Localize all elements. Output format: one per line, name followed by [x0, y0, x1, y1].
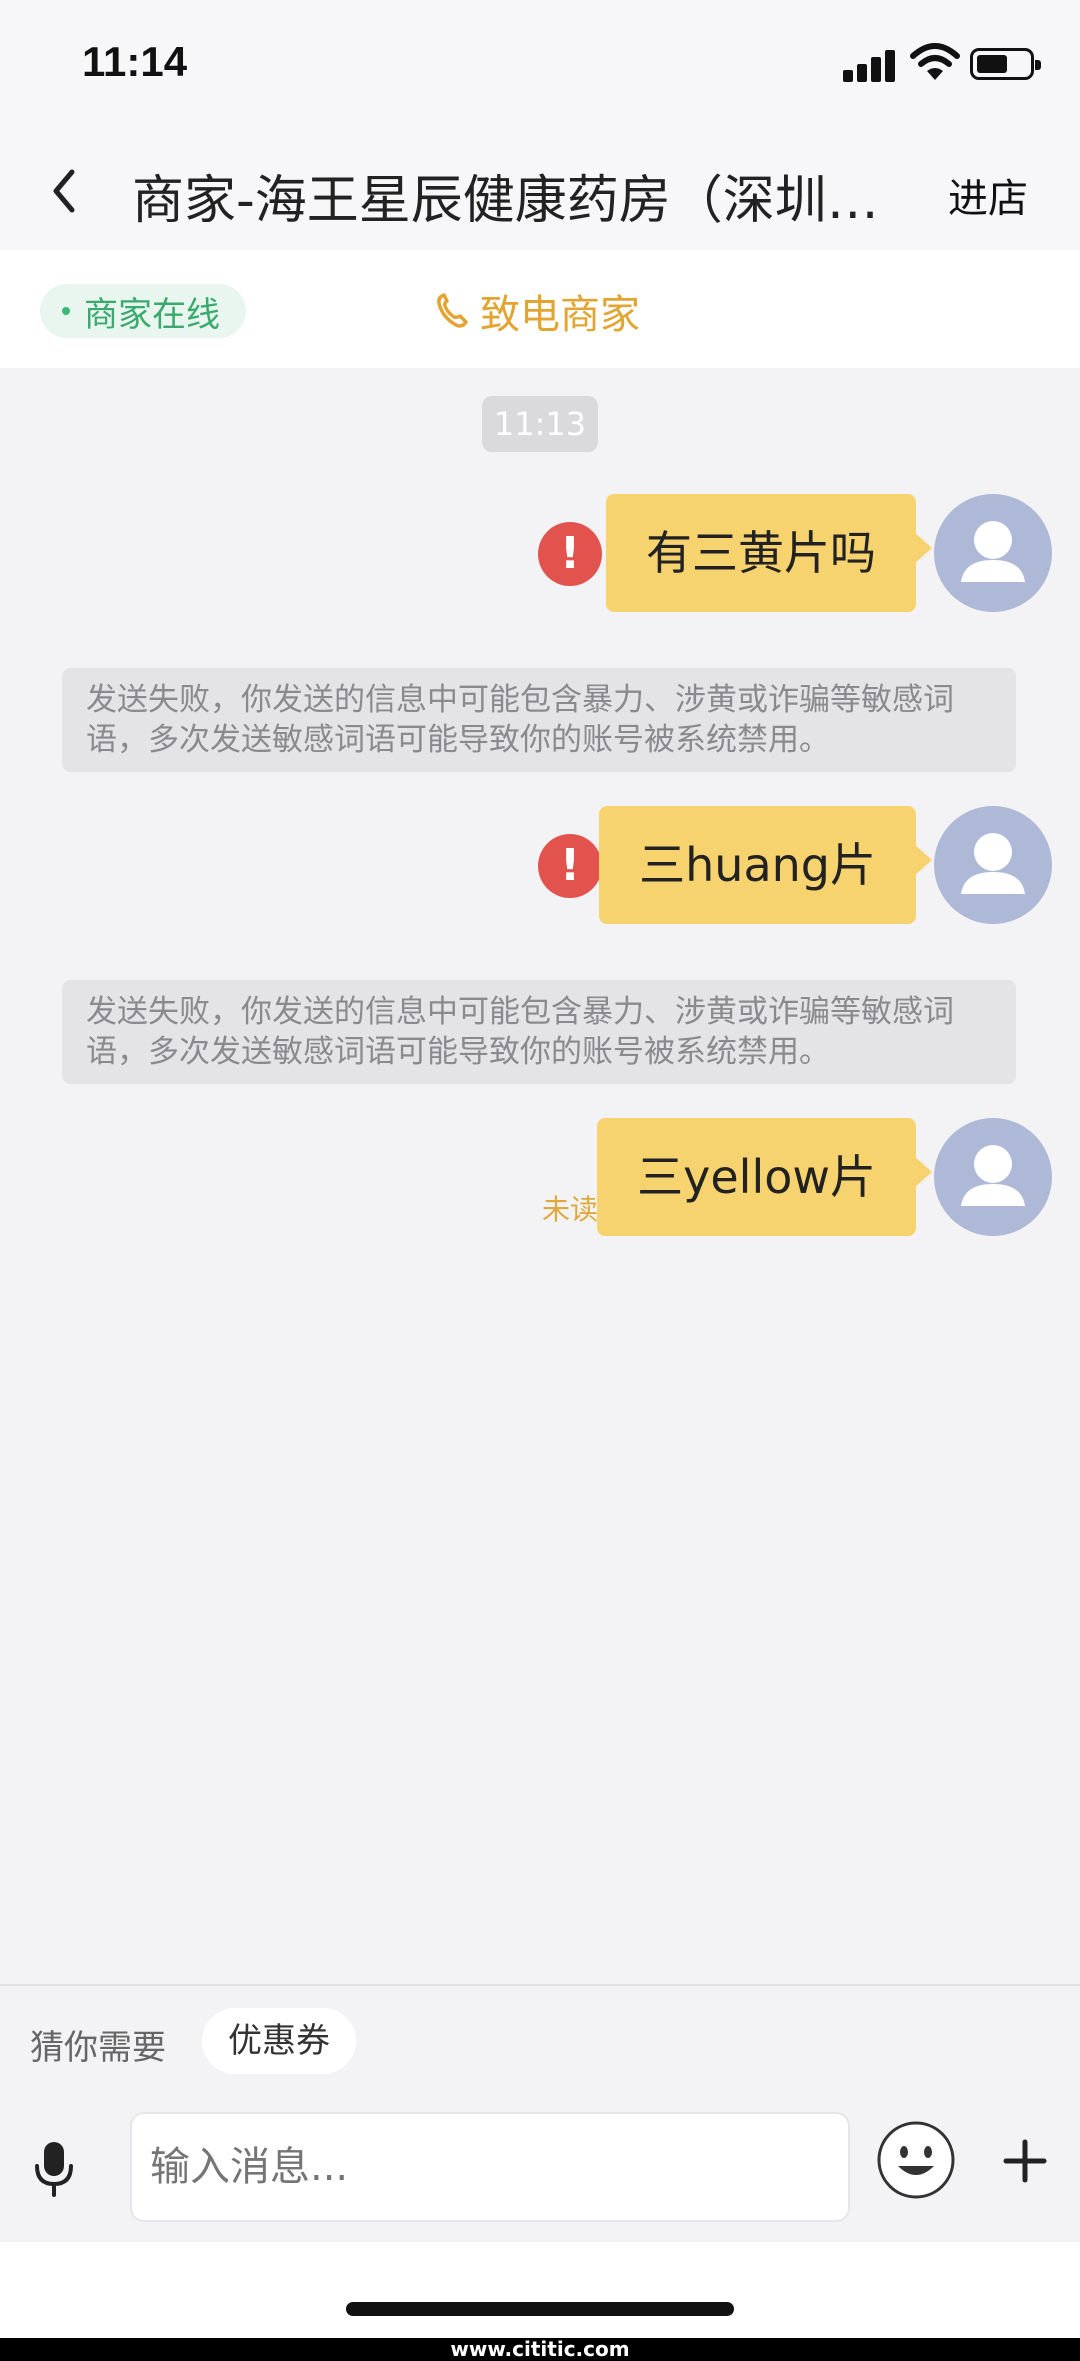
online-status-label: 商家在线	[84, 294, 220, 335]
message-row: ! 有三黄片吗	[0, 494, 1080, 614]
message-row: ! 三huang片	[0, 806, 1080, 926]
user-silhouette-icon	[961, 833, 1025, 894]
watermark-text: www.cititic.com	[450, 2337, 630, 2361]
avatar[interactable]	[934, 1118, 1052, 1236]
plus-icon[interactable]	[1000, 2136, 1050, 2186]
message-row: 未读 三yellow片	[0, 1118, 1080, 1238]
back-chevron-icon[interactable]	[44, 164, 84, 218]
merchant-online-badge: 商家在线	[40, 284, 246, 338]
nav-bar: 商家-海王星辰健康药房（深圳… 进店	[0, 130, 1080, 250]
phone-icon	[437, 293, 468, 328]
input-bar	[0, 2092, 1080, 2242]
call-merchant-label: 致电商家	[480, 292, 640, 338]
unread-label: 未读	[542, 1193, 599, 1226]
exclamation-icon[interactable]: !	[538, 522, 602, 586]
message-bubble[interactable]: 有三黄片吗	[606, 494, 932, 612]
message-bubble[interactable]: 三huang片	[599, 806, 932, 924]
battery-icon	[970, 48, 1041, 80]
suggestion-bar: 猜你需要 优惠券	[0, 1984, 1080, 2092]
status-bar: 11:14	[0, 0, 1080, 130]
microphone-icon[interactable]	[32, 2140, 76, 2198]
chat-timestamp: 11:13	[482, 396, 598, 452]
avatar[interactable]	[934, 494, 1052, 612]
home-indicator[interactable]	[346, 2302, 734, 2316]
message-bubble[interactable]: 三yellow片	[597, 1118, 932, 1236]
merchant-info-bar: 商家在线 致电商家	[0, 250, 1080, 368]
call-merchant-button[interactable]: 致电商家	[432, 284, 640, 338]
online-dot-icon	[62, 307, 70, 315]
message-input[interactable]	[130, 2112, 850, 2222]
page-title: 商家-海王星辰健康药房（深圳…	[132, 171, 879, 231]
coupon-chip[interactable]: 优惠券	[202, 2008, 356, 2074]
suggestion-label: 猜你需要	[30, 2028, 166, 2068]
home-indicator-area	[0, 2242, 1080, 2338]
emoji-icon[interactable]	[876, 2120, 956, 2200]
wifi-icon	[910, 43, 960, 80]
avatar[interactable]	[934, 806, 1052, 924]
user-silhouette-icon	[961, 1145, 1025, 1206]
user-silhouette-icon	[961, 521, 1025, 582]
enter-store-button[interactable]: 进店	[948, 166, 1028, 224]
send-failed-notice: 发送失败，你发送的信息中可能包含暴力、涉黄或诈骗等敏感词语，多次发送敏感词语可能…	[62, 668, 1016, 772]
exclamation-icon[interactable]: !	[538, 834, 602, 898]
status-time: 11:14	[82, 38, 188, 85]
send-failed-notice: 发送失败，你发送的信息中可能包含暴力、涉黄或诈骗等敏感词语，多次发送敏感词语可能…	[62, 980, 1016, 1084]
cellular-signal-icon	[843, 48, 895, 82]
footer-bar: www.cititic.com	[0, 2338, 1080, 2361]
